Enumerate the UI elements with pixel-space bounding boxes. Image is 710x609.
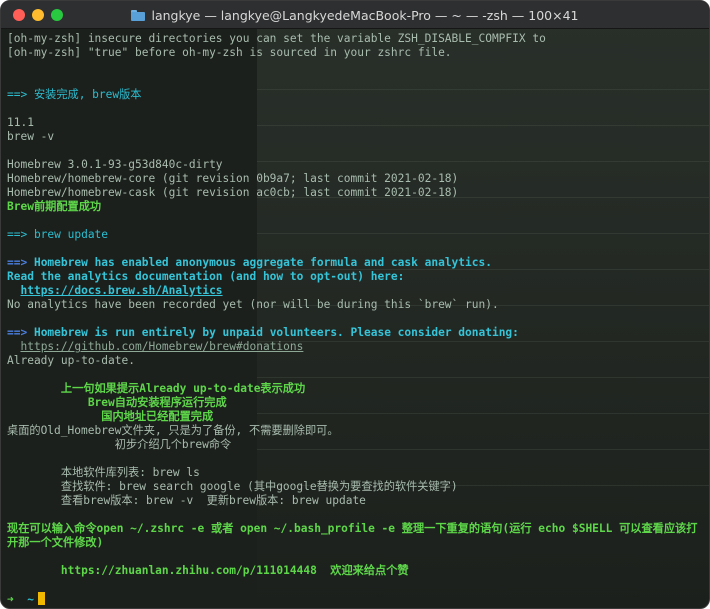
terminal-line-text: Brew前期配置成功 bbox=[7, 200, 102, 213]
terminal-line: https://zhuanlan.zhihu.com/p/111014448 欢… bbox=[7, 564, 705, 578]
terminal-line-text: [oh-my-zsh] insecure directories you can… bbox=[7, 32, 546, 45]
terminal-line: 国内地址已经配置完成 bbox=[7, 410, 705, 424]
terminal-line-text: 11.1 bbox=[7, 116, 34, 129]
terminal-line: ==> Homebrew has enabled anonymous aggre… bbox=[7, 256, 705, 270]
terminal-line-text: Homebrew 3.0.1-93-g53d840c-dirty bbox=[7, 158, 223, 171]
terminal-line: ==> 安装完成, brew版本 bbox=[7, 88, 705, 102]
terminal-line-text: 桌面的Old_Homebrew文件夹, 只是为了备份, 不需要删除即可。 bbox=[7, 424, 339, 437]
terminal-line-text: Homebrew/homebrew-core (git revision 0b9… bbox=[7, 172, 459, 185]
terminal-line: 11.1 bbox=[7, 116, 705, 130]
terminal-line: 查找软件: brew search google (其中google替换为要查找… bbox=[7, 480, 705, 494]
terminal-line-text: 现在可以输入命令open ~/.zshrc -e 或者 open ~/.bash… bbox=[7, 522, 698, 549]
arrow-marker: ==> bbox=[7, 326, 28, 339]
terminal-line: Homebrew/homebrew-cask (git revision ac0… bbox=[7, 186, 705, 200]
terminal-line: brew -v bbox=[7, 130, 705, 144]
terminal-line-text: https://zhuanlan.zhihu.com/p/111014448 欢… bbox=[7, 564, 409, 577]
terminal-line-text: brew -v bbox=[7, 130, 55, 143]
terminal-line: [oh-my-zsh] "true" before oh-my-zsh is s… bbox=[7, 46, 705, 60]
terminal-line: No analytics have been recorded yet (nor… bbox=[7, 298, 705, 312]
terminal-line-text: Homebrew is run entirely by unpaid volun… bbox=[27, 326, 519, 339]
terminal-line: ==> Homebrew is run entirely by unpaid v… bbox=[7, 326, 705, 340]
terminal-output[interactable]: [oh-my-zsh] insecure directories you can… bbox=[7, 32, 705, 606]
terminal-line: 上一句如果提示Already up-to-date表示成功 bbox=[7, 382, 705, 396]
terminal-line: 本地软件库列表: brew ls bbox=[7, 466, 705, 480]
terminal-line: Brew自动安装程序运行完成 bbox=[7, 396, 705, 410]
terminal-line: 现在可以输入命令open ~/.zshrc -e 或者 open ~/.bash… bbox=[7, 522, 705, 550]
terminal-line: Brew前期配置成功 bbox=[7, 200, 705, 214]
terminal-line: [oh-my-zsh] insecure directories you can… bbox=[7, 32, 705, 46]
terminal-line-text: 上一句如果提示Already up-to-date表示成功 bbox=[7, 382, 306, 395]
url-link[interactable]: https://docs.brew.sh/Analytics bbox=[20, 284, 222, 297]
terminal-line-text: Homebrew has enabled anonymous aggregate… bbox=[27, 256, 492, 269]
terminal-line-text: ==> brew update bbox=[7, 228, 109, 241]
prompt-arrow-icon: ➜ bbox=[7, 593, 14, 606]
terminal-line-text: 国内地址已经配置完成 bbox=[7, 410, 214, 423]
window-title-group: langkye — langkye@LangkyedeMacBook-Pro —… bbox=[1, 1, 709, 29]
terminal-line: 桌面的Old_Homebrew文件夹, 只是为了备份, 不需要删除即可。 bbox=[7, 424, 705, 438]
terminal-window: langkye — langkye@LangkyedeMacBook-Pro —… bbox=[0, 0, 710, 609]
terminal-line: Homebrew/homebrew-core (git revision 0b9… bbox=[7, 172, 705, 186]
terminal-line-text: No analytics have been recorded yet (nor… bbox=[7, 298, 499, 311]
window-title: langkye — langkye@LangkyedeMacBook-Pro —… bbox=[151, 7, 579, 23]
text-cursor[interactable] bbox=[37, 592, 45, 605]
terminal-line-text: Homebrew/homebrew-cask (git revision ac0… bbox=[7, 186, 459, 199]
terminal-line-text: 查找软件: brew search google (其中google替换为要查找… bbox=[7, 480, 458, 493]
terminal-line-text: [oh-my-zsh] "true" before oh-my-zsh is s… bbox=[7, 46, 452, 59]
terminal-line-text: Read the analytics documentation (and ho… bbox=[7, 270, 405, 283]
arrow-marker: ==> bbox=[7, 256, 28, 269]
prompt-spacer bbox=[14, 593, 27, 606]
terminal-line: Read the analytics documentation (and ho… bbox=[7, 270, 705, 284]
terminal-link-line: https://docs.brew.sh/Analytics bbox=[7, 284, 705, 298]
title-bar[interactable]: langkye — langkye@LangkyedeMacBook-Pro —… bbox=[1, 1, 709, 29]
folder-icon bbox=[131, 9, 146, 21]
terminal-line-text: Already up-to-date. bbox=[7, 354, 135, 367]
terminal-line-text: Brew自动安装程序运行完成 bbox=[7, 396, 227, 409]
terminal-line: 初步介绍几个brew命令 bbox=[7, 438, 705, 452]
terminal-line-text: ==> 安装完成, brew版本 bbox=[7, 88, 142, 101]
prompt-directory: ~ bbox=[27, 593, 34, 606]
url-link[interactable]: https://github.com/Homebrew/brew#donatio… bbox=[20, 340, 303, 353]
terminal-link-line: https://github.com/Homebrew/brew#donatio… bbox=[7, 340, 705, 354]
terminal-line: ==> brew update bbox=[7, 228, 705, 242]
terminal-line-text: 查看brew版本: brew -v 更新brew版本: brew update bbox=[7, 494, 366, 507]
terminal-line-text: 初步介绍几个brew命令 bbox=[7, 438, 232, 451]
terminal-line-text: 本地软件库列表: brew ls bbox=[7, 466, 200, 479]
terminal-line: 查看brew版本: brew -v 更新brew版本: brew update bbox=[7, 494, 705, 508]
terminal-line: Already up-to-date. bbox=[7, 354, 705, 368]
terminal-line: Homebrew 3.0.1-93-g53d840c-dirty bbox=[7, 158, 705, 172]
shell-prompt[interactable]: ➜ ~ bbox=[7, 592, 705, 606]
